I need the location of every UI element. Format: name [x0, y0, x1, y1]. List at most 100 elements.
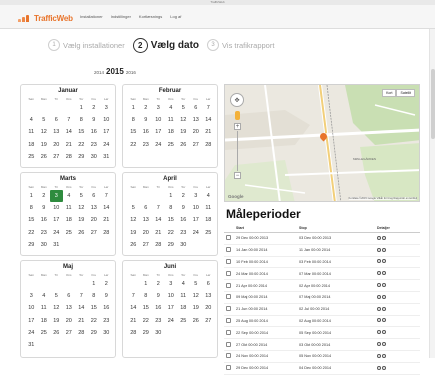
calendar-day[interactable]: 16: [152, 302, 165, 314]
edit-icon[interactable]: [382, 318, 386, 323]
view-details-icon[interactable]: [377, 342, 381, 347]
calendar-day[interactable]: 15: [165, 214, 178, 226]
calendar-day[interactable]: 22: [25, 227, 38, 239]
row-checkbox[interactable]: [224, 353, 236, 359]
edit-icon[interactable]: [382, 259, 386, 264]
zoom-slider[interactable]: [237, 131, 238, 171]
calendar-day[interactable]: 18: [202, 214, 215, 226]
calendar-day[interactable]: 24: [190, 227, 203, 239]
edit-icon[interactable]: [382, 283, 386, 288]
calendar-day[interactable]: 8: [88, 290, 101, 302]
checkbox-icon[interactable]: [226, 341, 231, 347]
calendar-day[interactable]: 5: [75, 190, 88, 202]
checkbox-icon[interactable]: [226, 282, 231, 288]
table-row[interactable]: 21 Jun 00:00 2014 02 Jul 00:00 2014: [224, 304, 420, 316]
calendar-day[interactable]: 17: [190, 214, 203, 226]
row-checkbox[interactable]: [224, 247, 236, 253]
calendar-day[interactable]: 26: [50, 327, 63, 339]
calendar-day[interactable]: 23: [38, 227, 51, 239]
calendar-day[interactable]: 21: [75, 315, 88, 327]
calendar-day[interactable]: 18: [165, 126, 178, 138]
calendar-day[interactable]: 3: [165, 278, 178, 290]
row-checkbox[interactable]: [224, 270, 236, 277]
table-row[interactable]: 24 Nov 00:00 2014 05 Nov 00:00 2014: [224, 351, 420, 363]
calendar-day[interactable]: 4: [63, 190, 76, 202]
calendar-day[interactable]: 1: [127, 102, 140, 114]
edit-icon[interactable]: [382, 271, 386, 276]
calendar-day[interactable]: 24: [100, 139, 113, 151]
table-row[interactable]: 25 Aug 00:00 2014 02 Aug 00:00 2014: [224, 316, 420, 328]
calendar-day[interactable]: 7: [100, 190, 113, 202]
row-checkbox[interactable]: [224, 282, 236, 289]
calendar-day[interactable]: 12: [38, 126, 51, 138]
edit-icon[interactable]: [382, 330, 386, 335]
calendar-day[interactable]: 9: [140, 114, 153, 126]
calendar-day[interactable]: 12: [177, 114, 190, 126]
prev-year-link[interactable]: 2014: [94, 70, 104, 75]
calendar-day[interactable]: 30: [100, 327, 113, 339]
calendar-day[interactable]: 18: [177, 302, 190, 314]
calendar-day[interactable]: 29: [25, 239, 38, 251]
calendar-day[interactable]: 10: [165, 290, 178, 302]
calendar-day[interactable]: 22: [165, 227, 178, 239]
calendar-day[interactable]: 24: [152, 139, 165, 151]
calendar-day[interactable]: 6: [63, 290, 76, 302]
calendar-day[interactable]: 15: [88, 302, 101, 314]
calendar-day[interactable]: 16: [140, 126, 153, 138]
calendar-day[interactable]: 2: [88, 102, 101, 114]
calendar-day[interactable]: 20: [202, 302, 215, 314]
calendar-day[interactable]: 8: [25, 202, 38, 214]
street-view-pegman-icon[interactable]: [235, 111, 240, 120]
calendar-day[interactable]: 1: [75, 102, 88, 114]
row-checkbox[interactable]: [224, 317, 236, 324]
calendar-day[interactable]: 28: [63, 151, 76, 163]
calendar-day[interactable]: 24: [50, 227, 63, 239]
calendar-day[interactable]: 3: [190, 190, 203, 202]
calendar-day[interactable]: 7: [152, 202, 165, 214]
calendar-day[interactable]: 13: [140, 214, 153, 226]
calendar-day[interactable]: 15: [140, 302, 153, 314]
checkbox-icon[interactable]: [226, 294, 231, 300]
calendar-day[interactable]: 25: [63, 227, 76, 239]
calendar-day[interactable]: 24: [25, 327, 38, 339]
calendar-day[interactable]: 1: [25, 190, 38, 202]
calendar-day[interactable]: 14: [100, 202, 113, 214]
calendar-day[interactable]: 28: [75, 327, 88, 339]
calendar-day[interactable]: 5: [190, 278, 203, 290]
calendar-day[interactable]: 26: [127, 239, 140, 251]
wizard-step-1[interactable]: 1 Vælg installationer: [48, 39, 125, 51]
calendar-day[interactable]: 16: [88, 126, 101, 138]
calendar-day[interactable]: 25: [202, 227, 215, 239]
calendar-day[interactable]: 26: [75, 227, 88, 239]
calendar-day[interactable]: 26: [38, 151, 51, 163]
calendar-day[interactable]: 20: [50, 139, 63, 151]
calendar-day[interactable]: 16: [177, 214, 190, 226]
calendar-day[interactable]: 21: [63, 139, 76, 151]
calendar-day[interactable]: 4: [202, 190, 215, 202]
calendar-day[interactable]: 21: [152, 227, 165, 239]
calendar-day[interactable]: 21: [127, 315, 140, 327]
calendar-day[interactable]: 4: [38, 290, 51, 302]
calendar-day[interactable]: 27: [63, 327, 76, 339]
calendar-day[interactable]: 16: [38, 214, 51, 226]
calendar-day[interactable]: 7: [63, 114, 76, 126]
nav-map-reading[interactable]: Kortlæsnings: [139, 14, 162, 19]
view-details-icon[interactable]: [377, 353, 381, 358]
row-checkbox[interactable]: [224, 341, 236, 348]
calendar-day[interactable]: 6: [140, 202, 153, 214]
calendar-day[interactable]: 6: [202, 278, 215, 290]
checkbox-icon[interactable]: [226, 235, 231, 241]
view-details-icon[interactable]: [377, 247, 381, 252]
view-details-icon[interactable]: [377, 365, 381, 370]
calendar-day[interactable]: 2: [38, 190, 51, 202]
calendar-day[interactable]: 11: [165, 114, 178, 126]
calendar-day[interactable]: 19: [38, 139, 51, 151]
calendar-day[interactable]: 4: [165, 102, 178, 114]
calendar-day[interactable]: 19: [177, 126, 190, 138]
calendar-day[interactable]: 9: [177, 202, 190, 214]
row-checkbox[interactable]: [224, 365, 236, 371]
calendar-day[interactable]: 11: [202, 202, 215, 214]
calendar-day[interactable]: 3: [25, 290, 38, 302]
view-details-icon[interactable]: [377, 271, 381, 276]
calendar-day[interactable]: 6: [190, 102, 203, 114]
